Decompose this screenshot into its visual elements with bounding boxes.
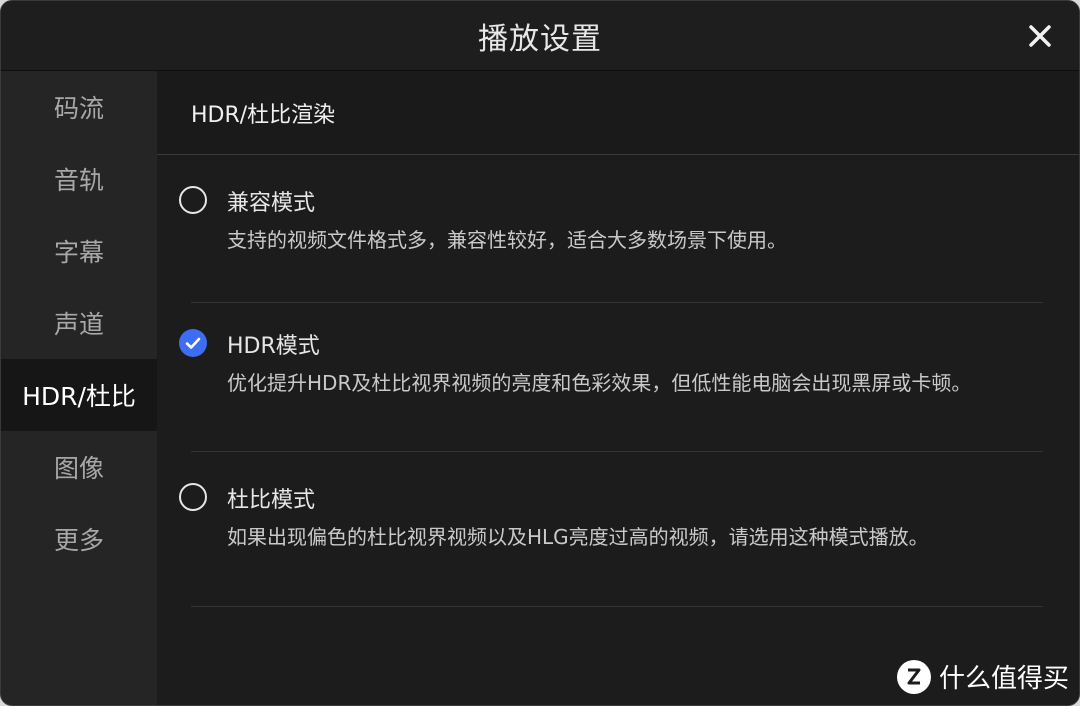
sidebar-item-hdr-dolby[interactable]: HDR/杜比 [1,359,157,431]
radio-dolby-mode[interactable] [179,483,207,511]
sidebar-item-label: 图像 [53,454,104,483]
watermark-text: 什么值得买 [938,664,1069,694]
radio-hdr-mode[interactable] [179,329,207,357]
option-description: 如果出现偏色的杜比视界视频以及HLG亮度过高的视频，请选用这种模式播放。 [227,525,929,549]
title-bar: 播放设置 [1,1,1079,71]
main-panel: HDR/杜比渲染 兼容模式 支持的视频文件格式多，兼容性较好，适合大多数场景下使… [157,71,1079,705]
sidebar-item-image[interactable]: 图像 [1,431,157,503]
sidebar-item-label: 音轨 [53,166,104,195]
section-title: HDR/杜比渲染 [157,71,1079,155]
watermark: 什么值得买 [896,658,1069,695]
sidebar-item-audio-track[interactable]: 音轨 [1,143,157,215]
checkmark-icon [185,337,201,349]
sidebar-item-label: HDR/杜比 [22,382,136,411]
sidebar: 码流 音轨 字幕 声道 HDR/杜比 图像 更多 [1,71,157,705]
option-description: 优化提升HDR及杜比视界视频的亮度和色彩效果，但低性能电脑会出现黑屏或卡顿。 [227,371,972,395]
sidebar-item-more[interactable]: 更多 [1,503,157,575]
option-label: HDR模式 [227,334,320,359]
sidebar-item-channels[interactable]: 声道 [1,287,157,359]
playback-settings-dialog: 播放设置 码流 音轨 字幕 声道 HDR/杜比 图像 更多 HDR/杜比渲染 兼… [0,0,1080,706]
sidebar-item-label: 字幕 [53,238,104,267]
option-label: 兼容模式 [227,191,316,216]
sidebar-item-label: 更多 [53,526,104,555]
dialog-title: 播放设置 [478,21,602,57]
radio-compatible-mode[interactable] [179,186,207,214]
divider [191,451,1043,452]
divider [191,302,1043,303]
option-description: 支持的视频文件格式多，兼容性较好，适合大多数场景下使用。 [227,228,787,252]
divider [191,606,1043,607]
sidebar-item-bitrate[interactable]: 码流 [1,71,157,143]
zhi-badge-icon [896,659,931,694]
option-label: 杜比模式 [227,488,316,513]
close-icon [1029,25,1051,47]
sidebar-item-subtitles[interactable]: 字幕 [1,215,157,287]
close-button[interactable] [1025,21,1055,51]
sidebar-item-label: 声道 [53,310,104,339]
sidebar-item-label: 码流 [53,94,104,123]
